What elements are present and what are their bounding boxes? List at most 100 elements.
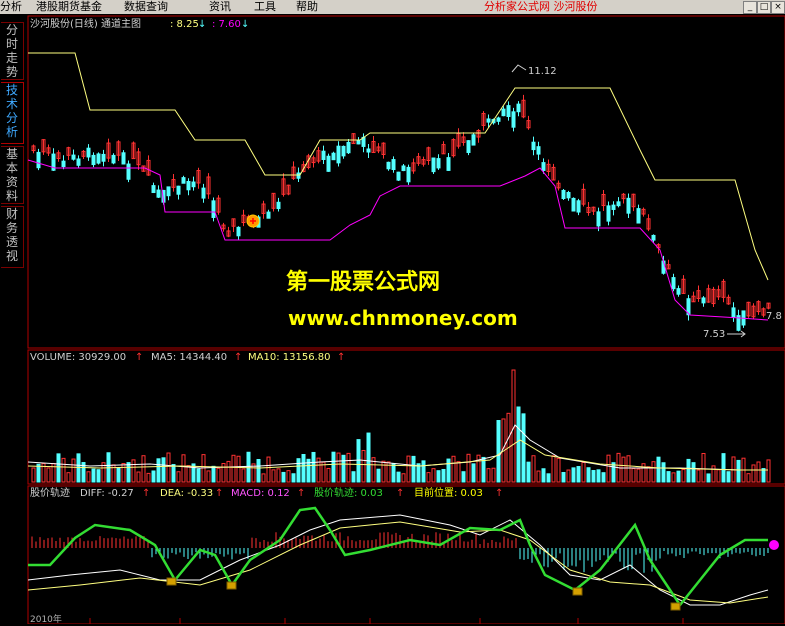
volume-bar [576, 466, 581, 483]
volume-bar [766, 459, 771, 483]
candle-body [61, 160, 66, 168]
volume-bar [56, 453, 61, 483]
volume-bar [486, 468, 491, 483]
volume-bar [406, 455, 411, 483]
volume-bar [746, 473, 751, 483]
volume-bar [491, 467, 496, 483]
candle-body [36, 151, 41, 169]
candle-body [486, 118, 491, 123]
candle-body [406, 166, 411, 183]
volume-bar [331, 451, 336, 483]
volume-bar [211, 465, 216, 483]
watermark-url: www.chnmoney.com [288, 306, 518, 330]
dea-label: DEA: -0.33 [160, 488, 214, 499]
volume-bar [91, 468, 96, 483]
candle-body [401, 165, 406, 172]
macd-label: MACD: 0.12 [231, 488, 290, 499]
volume-bar [146, 472, 151, 483]
candle-body [606, 205, 611, 222]
candle-body [211, 200, 216, 218]
volume-bar [166, 452, 171, 483]
candle-body [536, 146, 541, 155]
candle-body [571, 197, 576, 212]
dea-arrow: ↑ [215, 488, 224, 499]
high-price-label: 11.12 [528, 66, 557, 77]
volume-bar [286, 470, 291, 483]
candle-body [466, 140, 471, 153]
ma5-arrow: ↑ [234, 352, 243, 363]
ma5-label: MA5: 14344.40 [151, 352, 228, 363]
volume-bar [671, 472, 676, 483]
volume-bar [171, 464, 176, 483]
volume-bar [751, 464, 756, 483]
volume-bar [151, 470, 156, 483]
candle-body [86, 147, 91, 158]
volume-bar [366, 432, 371, 483]
candle-body [91, 154, 96, 166]
volume-bar [436, 470, 441, 483]
marker-icon [166, 577, 177, 586]
volume-label: VOLUME: 30929.00 [30, 352, 127, 363]
candle-body [151, 185, 156, 194]
volume-bar [181, 454, 186, 483]
volume-bar [496, 420, 501, 483]
volume-bar [586, 467, 591, 483]
lower-band-arrow: ↓ [241, 19, 250, 30]
volume-bar [476, 454, 481, 483]
volume-bar [161, 457, 166, 483]
candle-body [336, 145, 341, 164]
volume-bar [736, 459, 741, 483]
volume-bar [341, 454, 346, 483]
volume-bar [711, 465, 716, 483]
candle-body [651, 234, 656, 241]
diff-label: DIFF: -0.27 [80, 488, 134, 499]
volume-bar [196, 468, 201, 483]
volume-bar [326, 467, 331, 483]
marker-icon [670, 602, 681, 611]
volume-bar [551, 455, 556, 483]
volume-bar [696, 469, 701, 483]
volume-bar [61, 457, 66, 483]
volume-bar [571, 467, 576, 483]
candle-body [471, 134, 476, 146]
high-price-marker [511, 64, 527, 73]
volume-bar [666, 471, 671, 483]
volume-bar [261, 473, 266, 483]
candle-body [121, 152, 126, 165]
candle-body [436, 158, 441, 169]
volume-bar [46, 467, 51, 483]
candle-body [516, 103, 521, 113]
candle-body [431, 157, 436, 173]
volume-bar [651, 461, 656, 483]
candle-body [346, 141, 351, 154]
candle-body [676, 288, 681, 295]
volume-bar [526, 461, 531, 483]
volume-bar [536, 470, 541, 483]
volume-bar [716, 469, 721, 483]
volume-bar [96, 469, 101, 483]
volume-bar [71, 458, 76, 483]
volume-bar [691, 462, 696, 483]
candle-body [191, 181, 196, 188]
candle-body [626, 197, 631, 214]
diff-line [27, 514, 769, 606]
candle-body [71, 154, 76, 160]
volume-bar [541, 468, 546, 483]
volume-bar [256, 459, 261, 483]
candle-body [636, 208, 641, 224]
candle-body [596, 211, 601, 227]
candle-body [446, 157, 451, 171]
candle-body [531, 141, 536, 151]
volume-bar [611, 462, 616, 483]
volume-bar [686, 458, 691, 483]
ma10-arrow: ↑ [337, 352, 346, 363]
candle-body [341, 145, 346, 157]
volume-bar [661, 462, 666, 483]
candle-body [576, 200, 581, 213]
volume-bar [761, 468, 766, 483]
volume-bar [141, 455, 146, 483]
volume-bar [426, 472, 431, 483]
volume-bar [241, 468, 246, 483]
marker-icon [572, 587, 583, 596]
volume-bar [281, 471, 286, 483]
